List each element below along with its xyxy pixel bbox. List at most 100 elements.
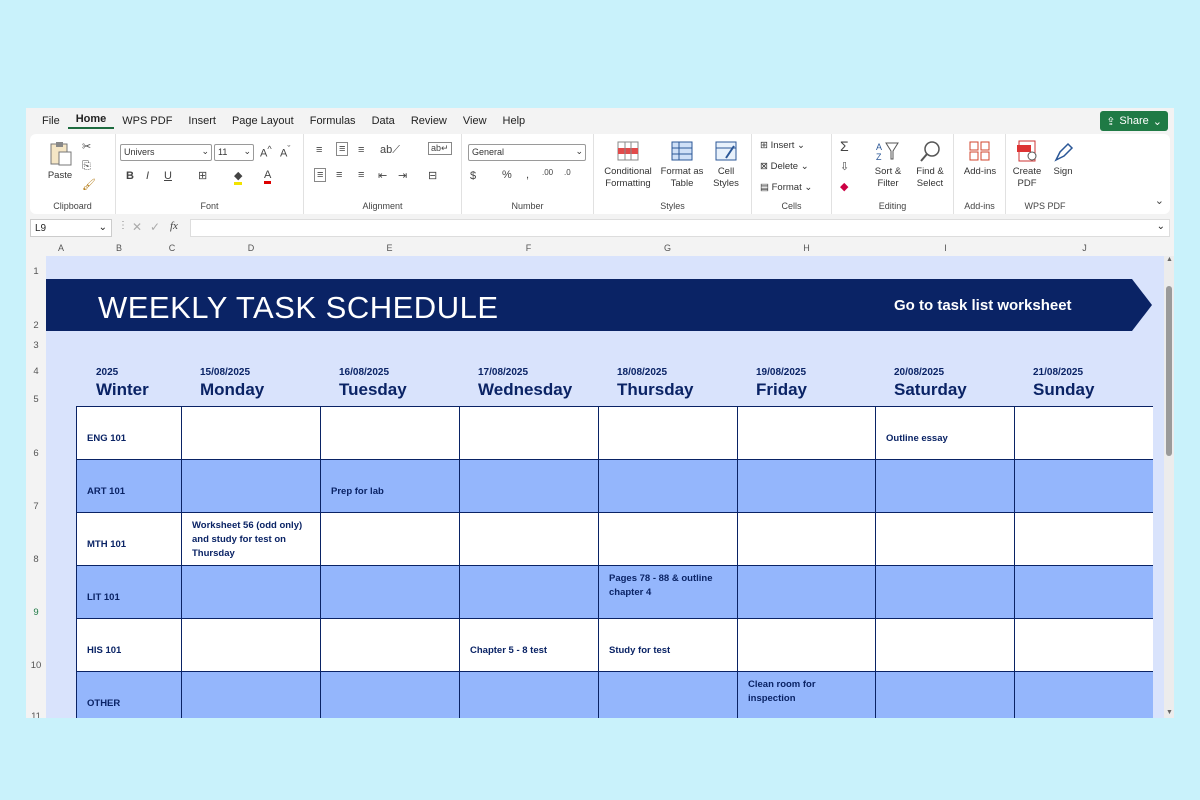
course-cell[interactable]: HIS 101 <box>76 619 181 672</box>
orientation-icon[interactable]: ab⟋ <box>380 144 400 157</box>
task-cell[interactable] <box>1014 619 1153 672</box>
clear-icon[interactable]: ◆ <box>840 180 848 193</box>
percent-icon[interactable]: % <box>502 169 512 181</box>
row-header[interactable]: 1 <box>26 266 46 277</box>
row-header[interactable]: 11 <box>26 711 46 718</box>
tab-home[interactable]: Home <box>67 113 115 129</box>
tab-wps-pdf[interactable]: WPS PDF <box>114 115 180 127</box>
copy-icon[interactable]: ⎘ <box>82 160 91 173</box>
name-box[interactable]: L9 ⌄ <box>30 219 112 237</box>
increase-decimal-icon[interactable]: .00 <box>542 168 553 177</box>
sign-button[interactable]: Sign <box>1046 140 1080 178</box>
task-cell[interactable]: Chapter 5 - 8 test <box>459 619 598 672</box>
tab-data[interactable]: Data <box>364 115 403 127</box>
create-pdf-button[interactable]: Create PDF <box>1010 140 1044 190</box>
row-header[interactable]: 6 <box>26 448 46 459</box>
task-cell[interactable] <box>875 460 1014 513</box>
row-header[interactable]: 9 <box>26 607 46 618</box>
col-header[interactable]: I <box>876 243 1015 253</box>
course-cell[interactable]: ENG 101 <box>76 407 181 460</box>
col-header[interactable]: H <box>737 243 876 253</box>
task-cell[interactable]: Pages 78 - 88 & outline chapter 4 <box>598 566 737 619</box>
task-cell[interactable]: Outline essay <box>875 407 1014 460</box>
col-header[interactable]: A <box>46 243 76 253</box>
insert-cells-button[interactable]: ⊞ Insert ⌄ <box>760 140 805 151</box>
row-header[interactable]: 3 <box>26 340 46 351</box>
autosum-icon[interactable]: Σ <box>840 138 849 154</box>
italic-icon[interactable]: I <box>146 170 149 182</box>
task-cell[interactable] <box>875 672 1014 718</box>
decrease-decimal-icon[interactable]: .0 <box>564 168 571 177</box>
task-cell[interactable] <box>1014 566 1153 619</box>
add-ins-button[interactable]: Add-ins <box>958 140 1002 178</box>
task-cell[interactable] <box>459 513 598 566</box>
number-format-select[interactable]: General ⌄ <box>468 144 586 161</box>
task-cell[interactable] <box>320 407 459 460</box>
task-cell[interactable] <box>320 566 459 619</box>
tab-file[interactable]: File <box>34 115 68 127</box>
decrease-indent-icon[interactable]: ⇤ <box>378 169 387 182</box>
task-cell[interactable] <box>875 513 1014 566</box>
task-cell[interactable] <box>181 566 320 619</box>
col-header[interactable]: F <box>459 243 598 253</box>
course-cell[interactable]: LIT 101 <box>76 566 181 619</box>
comma-icon[interactable]: , <box>526 169 529 181</box>
tab-page-layout[interactable]: Page Layout <box>224 115 302 127</box>
enter-icon[interactable]: ✓ <box>150 220 160 234</box>
task-cell[interactable] <box>459 566 598 619</box>
fill-icon[interactable]: ⇩ <box>840 160 849 173</box>
find-select-button[interactable]: Find & Select <box>910 140 950 190</box>
delete-cells-button[interactable]: ⊠ Delete ⌄ <box>760 161 809 172</box>
share-button[interactable]: ⇪ Share ⌄ <box>1100 111 1168 131</box>
task-cell[interactable] <box>181 619 320 672</box>
task-cell[interactable] <box>320 619 459 672</box>
course-cell[interactable]: MTH 101 <box>76 513 181 566</box>
align-bottom-icon[interactable]: ≡ <box>358 144 364 156</box>
task-cell[interactable] <box>875 566 1014 619</box>
collapse-ribbon-icon[interactable]: ⌄ <box>1155 194 1164 207</box>
font-color-icon[interactable]: A <box>264 169 272 184</box>
borders-icon[interactable]: ⊞ <box>198 169 207 182</box>
function-icon[interactable]: fx <box>170 220 178 232</box>
col-header[interactable]: C <box>162 243 182 253</box>
worksheet[interactable]: WEEKLY TASK SCHEDULE Go to task list wor… <box>46 256 1164 718</box>
col-header[interactable]: G <box>598 243 737 253</box>
sort-filter-button[interactable]: AZ Sort & Filter <box>868 140 908 190</box>
row-header[interactable]: 5 <box>26 394 46 405</box>
tab-review[interactable]: Review <box>403 115 455 127</box>
scroll-thumb[interactable] <box>1166 286 1172 456</box>
align-middle-icon[interactable]: ≡ <box>336 142 349 156</box>
underline-icon[interactable]: U <box>164 170 172 182</box>
task-cell[interactable] <box>737 619 875 672</box>
expand-icon[interactable]: ⌄ <box>1157 221 1165 232</box>
tab-help[interactable]: Help <box>495 115 534 127</box>
task-cell[interactable] <box>875 619 1014 672</box>
tab-insert[interactable]: Insert <box>180 115 224 127</box>
task-cell[interactable] <box>598 513 737 566</box>
task-cell[interactable] <box>181 460 320 513</box>
bold-icon[interactable]: B <box>126 170 134 182</box>
course-cell[interactable]: OTHER <box>76 672 181 718</box>
task-cell[interactable] <box>181 407 320 460</box>
task-cell[interactable] <box>320 513 459 566</box>
format-as-table-button[interactable]: Format as Table <box>660 140 704 190</box>
task-cell[interactable] <box>737 407 875 460</box>
format-painter-icon[interactable]: 🖌 <box>82 178 96 191</box>
task-cell[interactable] <box>598 460 737 513</box>
tab-view[interactable]: View <box>455 115 495 127</box>
task-cell[interactable]: Prep for lab <box>320 460 459 513</box>
task-cell[interactable] <box>737 566 875 619</box>
fill-color-icon[interactable]: ◆ <box>234 169 243 185</box>
scroll-up-icon[interactable]: ▲ <box>1166 256 1173 263</box>
task-cell[interactable] <box>320 672 459 718</box>
increase-font-icon[interactable]: A^ <box>260 144 272 160</box>
row-header[interactable]: 7 <box>26 501 46 512</box>
task-cell[interactable] <box>459 460 598 513</box>
paste-button[interactable]: Paste <box>42 140 78 182</box>
vertical-scrollbar[interactable]: ▲ ▼ <box>1164 256 1174 718</box>
task-cell[interactable] <box>598 672 737 718</box>
wrap-text-icon[interactable]: ab↵ <box>428 142 452 155</box>
cancel-icon[interactable]: ✕ <box>132 220 142 234</box>
task-cell[interactable]: Worksheet 56 (odd only) and study for te… <box>181 513 320 566</box>
col-header[interactable]: E <box>320 243 459 253</box>
